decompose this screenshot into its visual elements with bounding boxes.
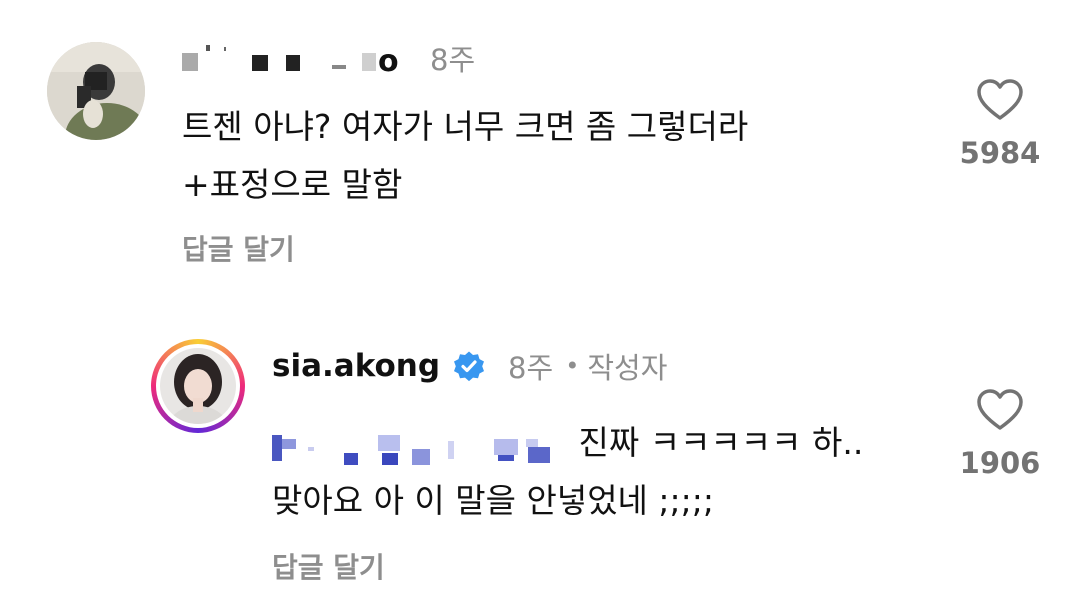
blurred-mention	[272, 423, 568, 467]
reply-button[interactable]: 답글 달기	[182, 228, 295, 268]
comment-text: 트젠 아냐? 여자가 너무 크면 좀 그렇더라 +표정으로 말함	[182, 98, 748, 214]
avatar[interactable]	[47, 42, 145, 140]
comment-text-line: 트젠 아냐? 여자가 너무 크면 좀 그렇더라	[182, 107, 749, 146]
comment-text-line: 진짜 ㅋㅋㅋㅋㅋ 하..	[272, 414, 863, 472]
reply-button[interactable]: 답글 달기	[272, 546, 385, 586]
like-button[interactable]: 5984	[955, 78, 1045, 170]
heart-outline-icon[interactable]	[955, 78, 1045, 122]
avatar[interactable]	[160, 348, 236, 424]
like-count: 5984	[959, 136, 1041, 170]
comment-time: 8주	[508, 351, 554, 385]
blurred-username: o	[182, 41, 414, 77]
verified-badge-icon	[452, 349, 486, 383]
comment-meta: o 8주	[182, 38, 475, 78]
author-tag: 작성자	[587, 351, 668, 385]
like-count: 1906	[959, 446, 1041, 480]
username[interactable]: o	[182, 39, 414, 77]
like-button[interactable]: 1906	[955, 388, 1045, 480]
comment-meta: sia.akong 8주 • 작성자	[272, 346, 667, 386]
comment-text-line: 맞아요 아 이 말을 안넣었네 ;;;;;	[272, 481, 714, 520]
comment-text-line: +표정으로 말함	[182, 165, 403, 204]
comment-time: 8주	[430, 43, 476, 77]
comment-text-body: 진짜 ㅋㅋㅋㅋㅋ 하..	[578, 423, 864, 462]
username[interactable]: sia.akong	[272, 348, 440, 384]
meta-separator: •	[565, 352, 580, 380]
reply-comment-item: sia.akong 8주 • 작성자 진짜 ㅋㅋㅋㅋㅋ 하.. 맞아요 아 이 …	[0, 300, 1078, 604]
comment-item: o 8주 트젠 아냐? 여자가 너무 크면 좀 그렇더라 +표정으로 말함 답글…	[0, 0, 1078, 300]
heart-outline-icon[interactable]	[955, 388, 1045, 432]
comment-text: 진짜 ㅋㅋㅋㅋㅋ 하.. 맞아요 아 이 말을 안넣었네 ;;;;;	[272, 414, 863, 530]
story-ring[interactable]	[151, 339, 245, 433]
